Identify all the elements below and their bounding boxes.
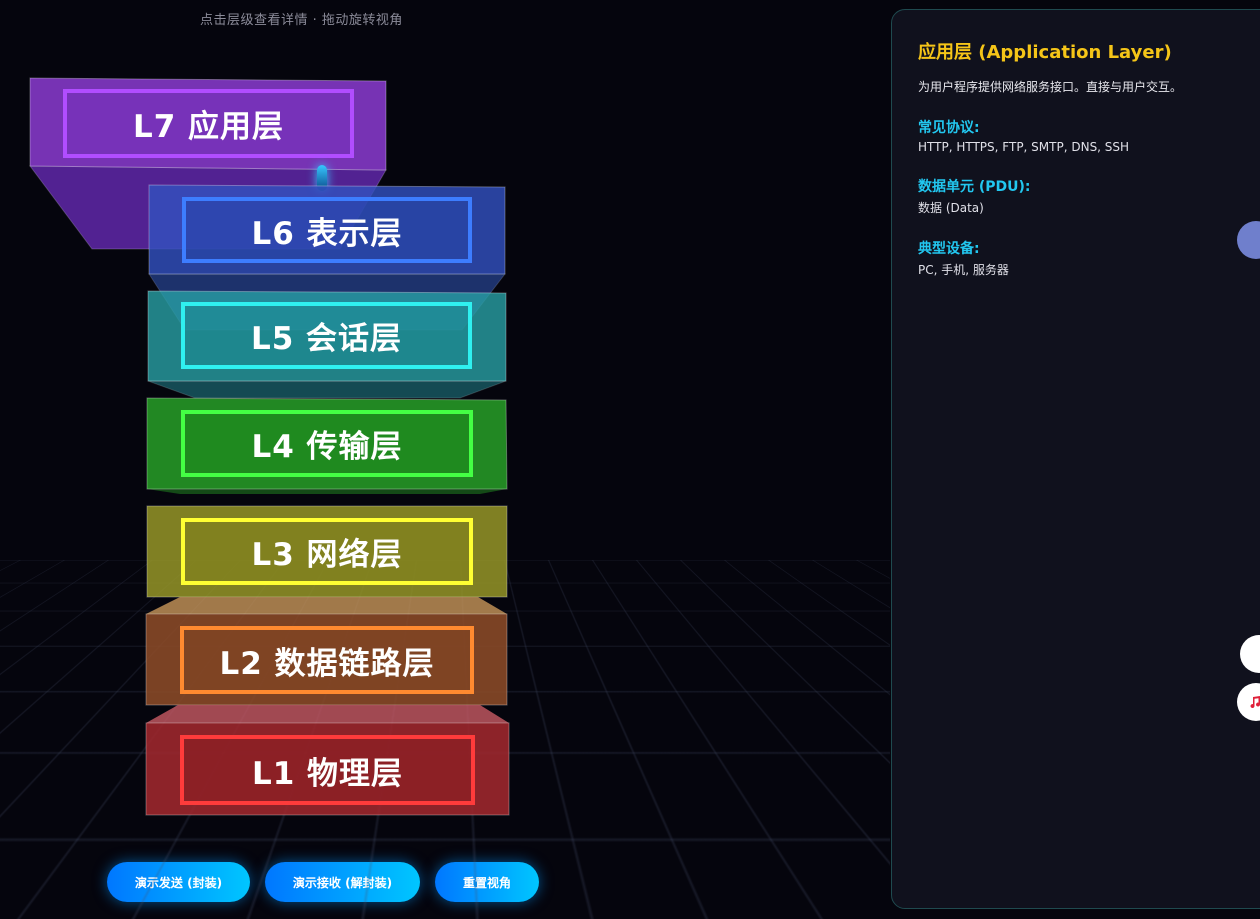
pdu-value: 数据 (Data)	[918, 201, 984, 215]
layer-info-panel: 应用层 (Application Layer) 为用户程序提供网络服务接口。直接…	[891, 9, 1260, 909]
protocols-heading: 常见协议:	[918, 120, 980, 136]
reset-view-button[interactable]: 重置视角	[435, 862, 539, 902]
demo-receive-button[interactable]: 演示接收 (解封装)	[265, 862, 420, 902]
devices-heading: 典型设备:	[918, 241, 980, 257]
layer-l1-body	[145, 705, 510, 816]
protocols-value: HTTP, HTTPS, FTP, SMTP, DNS, SSH	[918, 140, 1130, 154]
devices-value: PC, 手机, 服务器	[918, 263, 1009, 277]
panel-description: 为用户程序提供网络服务接口。直接与用户交互。	[918, 80, 1183, 94]
music-note-icon	[1250, 696, 1260, 709]
panel-title: 应用层 (Application Layer)	[918, 42, 1172, 63]
osi-3d-scene[interactable]: 点击层级查看详情 · 拖动旋转视角 L7 应用层 L6 表示层 L5 会话层 L…	[0, 0, 890, 919]
pdu-heading: 数据单元 (PDU):	[918, 179, 1031, 195]
layer-l1-label: L1 物理层	[180, 735, 475, 805]
demo-send-button[interactable]: 演示发送 (封装)	[107, 862, 250, 902]
